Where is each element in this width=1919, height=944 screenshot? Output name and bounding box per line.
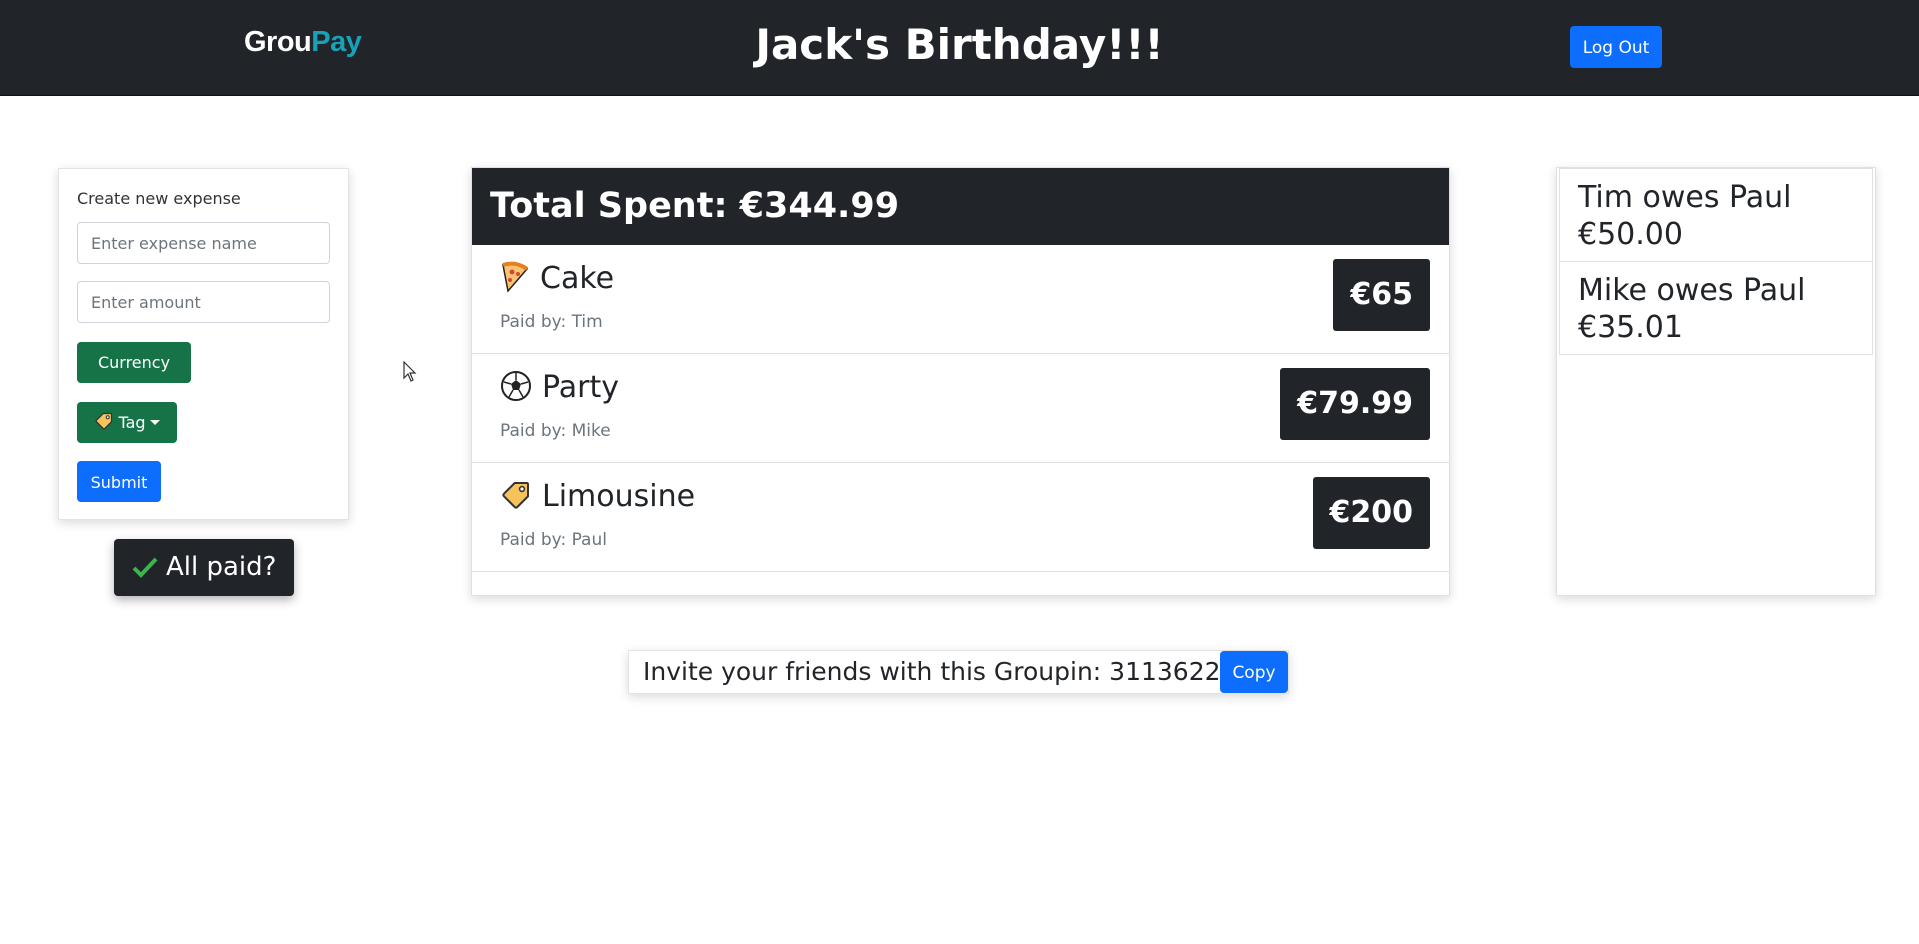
- expense-name: Cake: [540, 261, 615, 296]
- form-heading: Create new expense: [77, 189, 241, 208]
- expense-amount-badge: €65: [1333, 259, 1430, 331]
- create-expense-form: Create new expense Currency Tag Submit: [58, 168, 349, 520]
- all-paid-button[interactable]: All paid?: [114, 539, 294, 596]
- soccer-ball-icon: [501, 371, 531, 401]
- all-paid-label: All paid?: [166, 552, 277, 582]
- debt-amount: €35.01: [1578, 310, 1683, 345]
- total-spent: Total Spent: €344.99: [472, 168, 1449, 245]
- expense-name: Limousine: [542, 479, 696, 514]
- debt-description: Tim owes Paul: [1578, 180, 1792, 215]
- tag-icon: [94, 405, 114, 446]
- expense-amount-badge: €200: [1312, 477, 1430, 549]
- debts-card: Tim owes Paul €50.00 Mike owes Paul €35.…: [1556, 167, 1876, 596]
- expense-item-limousine[interactable]: Limousine Paid by: Paul €200: [472, 463, 1449, 572]
- expense-paid-by: Paid by: Paul: [500, 530, 607, 550]
- checkmark-icon: [132, 557, 158, 578]
- copy-button[interactable]: Copy: [1220, 651, 1288, 693]
- tag-dropdown[interactable]: Tag: [77, 402, 177, 443]
- currency-dropdown-label: Currency: [97, 353, 171, 372]
- debt-description: Mike owes Paul: [1578, 273, 1806, 308]
- tag-icon: [502, 482, 529, 509]
- expense-paid-by: Paid by: Tim: [500, 312, 603, 332]
- expense-title: Cake: [500, 261, 614, 296]
- expense-amount-badge: €79.99: [1280, 368, 1430, 440]
- tag-dropdown-label: Tag: [118, 413, 146, 432]
- pizza-icon: [502, 261, 529, 293]
- invite-text: Invite your friends with this Groupin: 3…: [643, 657, 1253, 686]
- logout-button[interactable]: Log Out: [1570, 26, 1662, 68]
- expense-amount-input[interactable]: [77, 281, 330, 323]
- navbar: GrouPay Jack's Birthday!!! Log Out: [0, 0, 1919, 96]
- mouse-cursor-icon: [403, 360, 417, 387]
- invite-box: Invite your friends with this Groupin: 3…: [628, 650, 1289, 694]
- currency-dropdown[interactable]: Currency: [77, 342, 191, 406]
- expense-name: Party: [542, 370, 619, 405]
- expense-name-input[interactable]: [77, 222, 330, 264]
- expense-item-cake[interactable]: Cake Paid by: Tim €65: [472, 245, 1449, 354]
- expense-title: Party: [500, 370, 619, 405]
- chevron-down-icon: [149, 420, 160, 425]
- expenses-card: Total Spent: €344.99 Cake Paid by: Tim €…: [471, 167, 1450, 596]
- expense-paid-by: Paid by: Mike: [500, 421, 611, 441]
- submit-button[interactable]: Submit: [77, 461, 161, 502]
- debt-item: Tim owes Paul €50.00: [1559, 168, 1873, 262]
- debt-amount: €50.00: [1578, 217, 1683, 252]
- debt-item: Mike owes Paul €35.01: [1559, 261, 1873, 355]
- expense-title: Limousine: [500, 479, 695, 514]
- expense-item-party[interactable]: Party Paid by: Mike €79.99: [472, 354, 1449, 463]
